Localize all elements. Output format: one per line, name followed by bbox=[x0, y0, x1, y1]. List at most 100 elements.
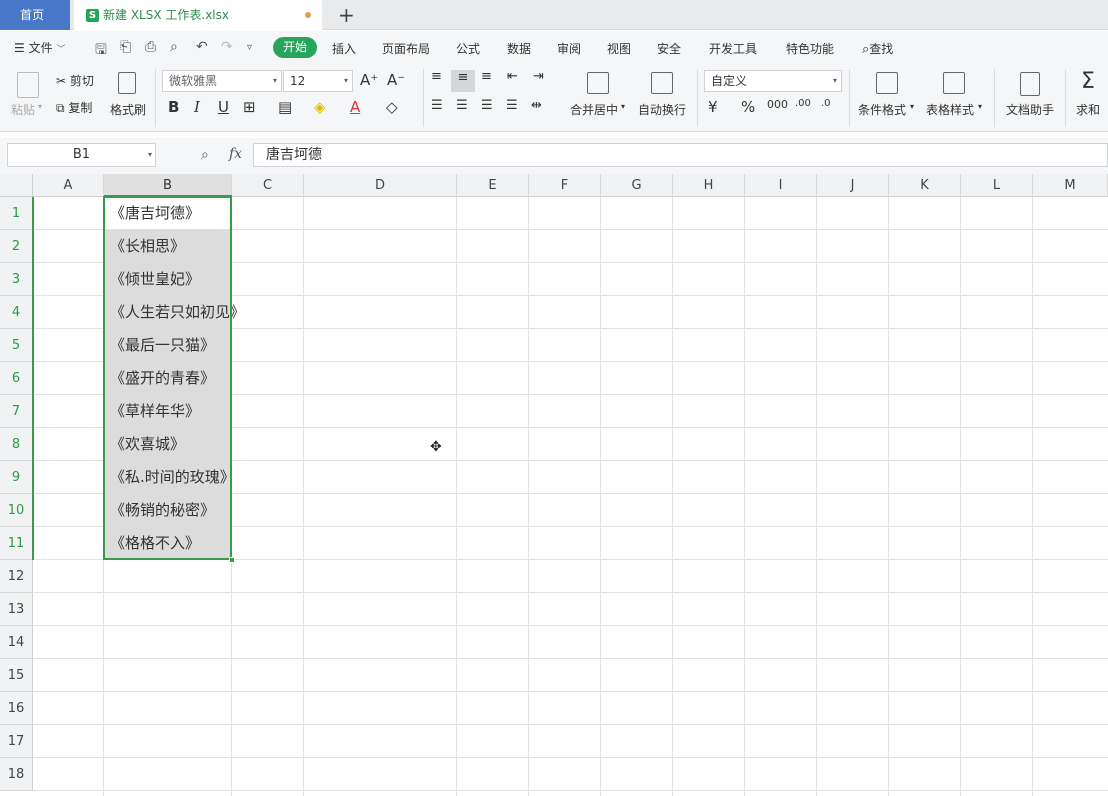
column-header-l[interactable]: L bbox=[961, 174, 1033, 197]
column-header-m[interactable]: M bbox=[1033, 174, 1108, 197]
align-top-icon[interactable]: ≡ bbox=[431, 69, 442, 84]
distributed-icon[interactable]: ⇹ bbox=[531, 98, 542, 113]
tab-view[interactable]: 视图 bbox=[607, 40, 631, 57]
file-tab[interactable]: S 新建 XLSX 工作表.xlsx bbox=[74, 0, 322, 30]
tab-insert[interactable]: 插入 bbox=[332, 40, 356, 57]
function-icon[interactable]: fx bbox=[229, 146, 242, 162]
bold-icon[interactable]: B bbox=[168, 98, 179, 116]
row-header-4[interactable]: 4 bbox=[0, 296, 33, 329]
column-header-b[interactable]: B bbox=[104, 174, 232, 197]
paste-icon bbox=[17, 72, 39, 98]
currency-icon[interactable]: ¥ bbox=[708, 98, 718, 116]
tab-review[interactable]: 审阅 bbox=[557, 40, 581, 57]
border-icon[interactable]: ⊞ bbox=[243, 98, 256, 116]
column-header-d[interactable]: D bbox=[304, 174, 457, 197]
search-button[interactable]: ⌕查找 bbox=[862, 40, 893, 57]
row-header-1[interactable]: 1 bbox=[0, 197, 33, 230]
row-header-17[interactable]: 17 bbox=[0, 725, 33, 758]
spreadsheet-grid[interactable]: ABCDEFGHIJKLM 1 2 3 4 5 6 7 8 9 10 11 12 13 14 15 16 17 1… bbox=[0, 174, 1108, 796]
decrease-indent-icon[interactable]: ⇤ bbox=[507, 69, 518, 84]
font-color-icon[interactable]: A bbox=[350, 98, 360, 116]
column-header-i[interactable]: I bbox=[745, 174, 817, 197]
italic-icon[interactable]: I bbox=[194, 98, 200, 116]
row-header-16[interactable]: 16 bbox=[0, 692, 33, 725]
merge-icon bbox=[587, 72, 609, 94]
tab-data[interactable]: 数据 bbox=[507, 40, 531, 57]
column-header-e[interactable]: E bbox=[457, 174, 529, 197]
column-header-g[interactable]: G bbox=[601, 174, 673, 197]
home-tab[interactable]: 首页 bbox=[0, 0, 70, 30]
align-left-icon[interactable]: ☰ bbox=[431, 98, 443, 113]
align-bottom-icon[interactable]: ≡ bbox=[481, 69, 492, 84]
tab-developer[interactable]: 开发工具 bbox=[709, 40, 757, 57]
row-header-9[interactable]: 9 bbox=[0, 461, 33, 494]
column-header-h[interactable]: H bbox=[673, 174, 745, 197]
column-header-j[interactable]: J bbox=[817, 174, 889, 197]
justify-icon[interactable]: ☰ bbox=[506, 98, 518, 113]
number-format-select[interactable]: 自定义 ▾ bbox=[704, 70, 842, 92]
row-header-18[interactable]: 18 bbox=[0, 758, 33, 791]
tab-start[interactable]: 开始 bbox=[273, 37, 317, 58]
tab-features[interactable]: 特色功能 bbox=[786, 40, 834, 57]
align-middle-icon[interactable]: ≡ bbox=[451, 70, 475, 92]
row-header-3[interactable]: 3 bbox=[0, 263, 33, 296]
fill-color-icon[interactable]: ◈ bbox=[314, 98, 326, 116]
new-tab-button[interactable]: + bbox=[338, 3, 355, 27]
column-header-c[interactable]: C bbox=[232, 174, 304, 197]
column-header-a[interactable]: A bbox=[33, 174, 104, 197]
fill-pattern-icon[interactable]: ▤ bbox=[278, 98, 292, 116]
increase-decimal-icon[interactable]: .00 bbox=[795, 98, 811, 109]
row-header-11[interactable]: 11 bbox=[0, 527, 33, 560]
decrease-font-icon[interactable]: A⁻ bbox=[387, 71, 405, 89]
cell-cursor-icon: ✥ bbox=[430, 439, 442, 455]
increase-font-icon[interactable]: A⁺ bbox=[360, 71, 378, 89]
print-preview-icon[interactable]: ⌕ bbox=[170, 39, 178, 55]
brush-icon bbox=[118, 72, 136, 94]
column-gridline bbox=[456, 197, 457, 796]
eraser-icon[interactable]: ◇ bbox=[386, 98, 398, 116]
row-header-10[interactable]: 10 bbox=[0, 494, 33, 527]
tab-formulas[interactable]: 公式 bbox=[456, 40, 480, 57]
select-all-corner[interactable] bbox=[0, 174, 33, 197]
zoom-icon[interactable]: ⌕ bbox=[201, 147, 209, 163]
thousands-separator-icon[interactable]: 000 bbox=[767, 98, 788, 111]
save-icon[interactable]: 🖫 bbox=[95, 39, 107, 63]
row-header-5[interactable]: 5 bbox=[0, 329, 33, 362]
decrease-decimal-icon[interactable]: .0 bbox=[821, 98, 831, 109]
fill-handle[interactable] bbox=[229, 557, 235, 563]
row-header-8[interactable]: 8 bbox=[0, 428, 33, 461]
customize-toolbar-icon[interactable]: ▿ bbox=[247, 42, 252, 53]
increase-indent-icon[interactable]: ⇥ bbox=[533, 69, 544, 84]
table-style-label: 表格样式 bbox=[926, 103, 975, 117]
row-header-15[interactable]: 15 bbox=[0, 659, 33, 692]
align-center-icon[interactable]: ☰ bbox=[456, 98, 468, 113]
align-right-icon[interactable]: ☰ bbox=[481, 98, 493, 113]
row-header-6[interactable]: 6 bbox=[0, 362, 33, 395]
column-gridline bbox=[960, 197, 961, 796]
name-box[interactable]: B1 ▾ bbox=[7, 143, 156, 167]
column-header-f[interactable]: F bbox=[529, 174, 601, 197]
cut-button[interactable]: ✂ 剪切 bbox=[56, 72, 94, 89]
font-size-select[interactable]: 12 ▾ bbox=[283, 70, 353, 92]
column-gridline bbox=[303, 197, 304, 796]
print-icon[interactable]: ⎙ bbox=[145, 39, 156, 55]
undo-icon[interactable]: ↶ bbox=[196, 39, 208, 55]
percent-icon[interactable]: % bbox=[741, 98, 755, 116]
tab-page-layout[interactable]: 页面布局 bbox=[382, 40, 430, 57]
chevron-down-icon: ﹀ bbox=[56, 45, 66, 55]
copy-button[interactable]: ⧉ 复制 bbox=[56, 99, 92, 116]
redo-icon[interactable]: ↷ bbox=[221, 39, 233, 55]
tab-security[interactable]: 安全 bbox=[657, 40, 681, 57]
row-gridline bbox=[33, 658, 1108, 659]
column-header-k[interactable]: K bbox=[889, 174, 961, 197]
row-header-14[interactable]: 14 bbox=[0, 626, 33, 659]
font-name-select[interactable]: 微软雅黑 ▾ bbox=[162, 70, 282, 92]
row-header-12[interactable]: 12 bbox=[0, 560, 33, 593]
row-header-7[interactable]: 7 bbox=[0, 395, 33, 428]
export-icon[interactable]: ⎗ bbox=[120, 39, 131, 55]
file-menu[interactable]: ☰ 文件 ﹀ bbox=[14, 39, 65, 56]
row-header-13[interactable]: 13 bbox=[0, 593, 33, 626]
formula-input[interactable]: 唐吉坷德 bbox=[253, 143, 1108, 167]
underline-icon[interactable]: U bbox=[218, 98, 229, 116]
row-header-2[interactable]: 2 bbox=[0, 230, 33, 263]
